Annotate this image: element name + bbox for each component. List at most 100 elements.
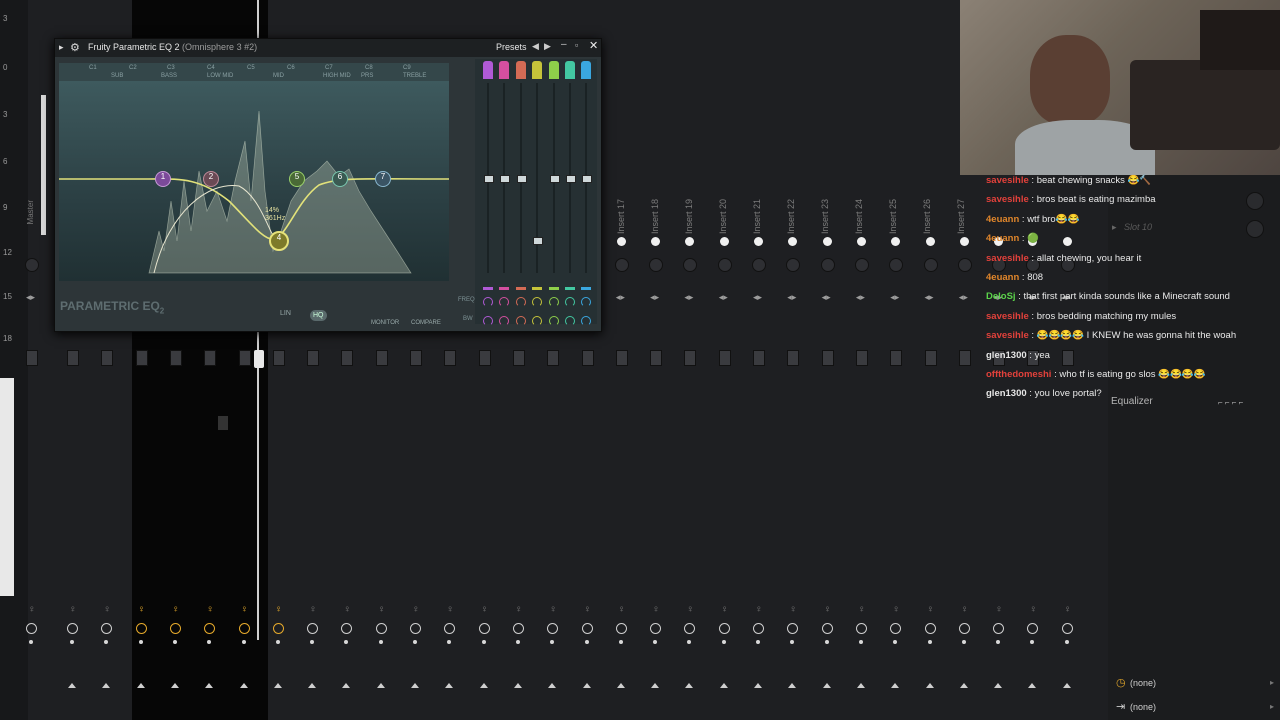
route-arrow-icon[interactable] bbox=[856, 683, 865, 688]
volume-fader[interactable] bbox=[410, 350, 422, 366]
volume-fader[interactable] bbox=[444, 350, 457, 366]
stereo-knob[interactable] bbox=[923, 258, 938, 272]
send-knob[interactable] bbox=[684, 623, 696, 634]
volume-fader[interactable] bbox=[615, 350, 628, 366]
route-arrow-icon[interactable] bbox=[1062, 683, 1071, 688]
band-gain-handle[interactable] bbox=[582, 175, 593, 183]
send-knob[interactable] bbox=[272, 623, 284, 634]
send-knob[interactable] bbox=[410, 623, 421, 634]
fader-handle[interactable] bbox=[218, 416, 228, 430]
route-arrow-icon[interactable] bbox=[651, 683, 660, 688]
minimize-icon[interactable]: – bbox=[561, 39, 567, 50]
band-type-icon[interactable] bbox=[515, 61, 526, 79]
volume-fader[interactable] bbox=[753, 350, 765, 366]
send-knob[interactable] bbox=[958, 623, 970, 634]
route-arrow-icon[interactable] bbox=[959, 683, 968, 688]
slot-label[interactable]: Slot 10 bbox=[1124, 222, 1152, 232]
monitor-label[interactable]: MONITOR bbox=[371, 320, 399, 326]
preset-next-icon[interactable]: ▶ bbox=[544, 41, 551, 52]
route-bulb-icon[interactable]: ♀ bbox=[1064, 604, 1072, 615]
pan-knob[interactable] bbox=[788, 237, 798, 246]
route-bulb-icon[interactable]: ♀ bbox=[172, 604, 180, 615]
volume-fader[interactable] bbox=[924, 350, 937, 366]
eq-node-4-selected[interactable]: 4 bbox=[269, 231, 289, 251]
eq-knobs-icon[interactable]: ⌐ ⌐ ⌐ ⌐ bbox=[1218, 398, 1243, 407]
eq-node-1[interactable]: 1 bbox=[155, 171, 171, 187]
route-bulb-icon[interactable]: ♀ bbox=[241, 604, 249, 615]
send-knob[interactable] bbox=[478, 623, 490, 634]
volume-fader[interactable] bbox=[272, 350, 285, 366]
input-routing[interactable]: (none) bbox=[1130, 678, 1156, 688]
maximize-icon[interactable]: ▫ bbox=[575, 40, 578, 50]
send-knob[interactable] bbox=[615, 623, 627, 634]
volume-fader[interactable] bbox=[547, 350, 560, 366]
gear-icon[interactable]: ⚙ bbox=[70, 41, 80, 54]
route-bulb-icon[interactable]: ♀ bbox=[995, 604, 1003, 615]
route-arrow-icon[interactable] bbox=[479, 683, 488, 688]
band-gain-handle[interactable] bbox=[549, 175, 560, 183]
stereo-knob[interactable] bbox=[854, 258, 869, 272]
route-bulb-icon[interactable]: ♀ bbox=[824, 604, 832, 615]
send-knob[interactable] bbox=[26, 623, 37, 634]
stereo-knob[interactable] bbox=[820, 258, 835, 272]
eq-node-6[interactable]: 6 bbox=[332, 171, 348, 187]
route-bulb-icon[interactable]: ♀ bbox=[927, 604, 935, 615]
route-arrow-icon[interactable] bbox=[376, 683, 385, 688]
route-bulb-icon[interactable]: ♀ bbox=[789, 604, 797, 615]
stereo-knob[interactable] bbox=[25, 258, 39, 272]
send-knob[interactable] bbox=[67, 623, 78, 634]
slot-knob[interactable] bbox=[1246, 192, 1264, 210]
stereo-swap-icon[interactable]: ◂▸ bbox=[719, 292, 728, 303]
expand-arrow-icon[interactable]: ▸ bbox=[59, 42, 64, 53]
send-knob[interactable] bbox=[512, 623, 524, 634]
route-bulb-icon[interactable]: ♀ bbox=[961, 604, 969, 615]
volume-fader[interactable] bbox=[341, 350, 354, 366]
route-arrow-icon[interactable] bbox=[136, 683, 145, 688]
route-arrow-icon[interactable] bbox=[1028, 683, 1037, 688]
volume-fader[interactable] bbox=[581, 350, 594, 366]
pan-knob[interactable] bbox=[651, 237, 661, 246]
volume-fader[interactable] bbox=[375, 350, 388, 366]
stereo-swap-icon[interactable]: ◂▸ bbox=[856, 292, 865, 303]
stereo-knob[interactable] bbox=[717, 258, 732, 272]
route-arrow-icon[interactable] bbox=[513, 683, 522, 688]
pan-knob[interactable] bbox=[822, 237, 832, 246]
volume-fader[interactable] bbox=[238, 350, 251, 366]
route-bulb-icon[interactable]: ♀ bbox=[721, 604, 729, 615]
pan-knob[interactable] bbox=[754, 237, 763, 246]
volume-fader[interactable] bbox=[718, 350, 731, 366]
stereo-swap-icon[interactable]: ◂▸ bbox=[890, 292, 899, 303]
stereo-knob[interactable] bbox=[889, 258, 904, 272]
route-bulb-icon[interactable]: ♀ bbox=[1029, 604, 1037, 615]
stereo-swap-icon[interactable]: ◂▸ bbox=[925, 292, 934, 303]
stereo-knob[interactable] bbox=[683, 258, 698, 272]
route-arrow-icon[interactable] bbox=[891, 683, 900, 688]
freq-knob[interactable] bbox=[532, 297, 543, 307]
route-arrow-icon[interactable] bbox=[411, 683, 419, 688]
send-knob[interactable] bbox=[650, 623, 662, 634]
route-bulb-icon[interactable]: ♀ bbox=[309, 604, 317, 615]
volume-fader[interactable] bbox=[821, 350, 834, 366]
bw-knob[interactable] bbox=[483, 316, 493, 326]
stereo-knob[interactable] bbox=[614, 258, 629, 272]
send-knob[interactable] bbox=[1061, 623, 1073, 634]
send-knob[interactable] bbox=[787, 623, 799, 634]
route-bulb-icon[interactable]: ♀ bbox=[275, 604, 283, 615]
routing-arrow-icon[interactable]: ▸ bbox=[1270, 702, 1274, 711]
route-bulb-icon[interactable]: ♀ bbox=[858, 604, 866, 615]
band-type-icon[interactable] bbox=[548, 61, 559, 79]
route-arrow-icon[interactable] bbox=[616, 683, 625, 688]
send-knob[interactable] bbox=[753, 623, 764, 634]
route-bulb-icon[interactable]: ♀ bbox=[69, 604, 77, 615]
freq-knob[interactable] bbox=[548, 297, 559, 307]
volume-fader[interactable] bbox=[650, 350, 663, 366]
send-knob[interactable] bbox=[238, 623, 250, 634]
volume-fader[interactable] bbox=[512, 350, 525, 366]
send-knob[interactable] bbox=[169, 623, 181, 634]
pan-knob[interactable] bbox=[856, 237, 866, 246]
stereo-knob[interactable] bbox=[957, 258, 972, 272]
route-bulb-icon[interactable]: ♀ bbox=[584, 604, 592, 615]
band-gain-handle[interactable] bbox=[484, 175, 494, 183]
slot-knob[interactable] bbox=[1246, 220, 1264, 238]
eq-node-7[interactable]: 7 bbox=[375, 171, 391, 187]
